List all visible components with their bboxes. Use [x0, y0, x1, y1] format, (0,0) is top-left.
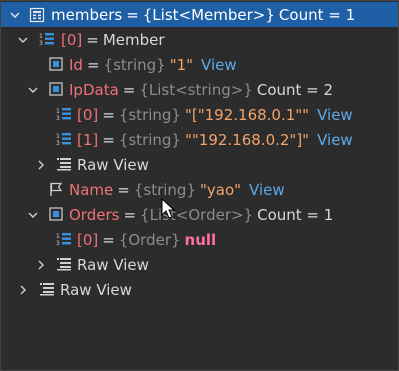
variable-name: [0]	[61, 30, 83, 49]
variable-value: Count = 2	[256, 80, 334, 99]
equals-sign: =	[86, 30, 99, 49]
list-icon: 13	[56, 131, 72, 147]
tree-row-item-0[interactable]: 13 [0] = Member	[1, 27, 398, 52]
list-icon: 13	[39, 31, 55, 47]
property-icon	[48, 81, 64, 97]
tree-row-orders[interactable]: Orders = {List<Order>} Count = 1	[1, 202, 398, 227]
variable-value: Count = 1	[257, 205, 334, 224]
chevron-down-icon[interactable]	[18, 35, 28, 45]
tree-row-raw-view-member[interactable]: Raw View	[1, 277, 398, 302]
variable-value: Count = 1	[278, 5, 356, 24]
variable-value: "["192.168.0.1""	[184, 105, 310, 124]
variable-type: {List<Order>}	[140, 205, 254, 224]
equals-sign: =	[126, 5, 139, 24]
svg-text:3: 3	[56, 240, 60, 247]
tree-row-orders-0[interactable]: 13 [0] = {Order} null	[1, 227, 398, 252]
property-icon	[48, 56, 64, 72]
svg-text:1: 1	[56, 233, 60, 240]
variable-type: {string}	[133, 180, 196, 199]
raw-view-label: Raw View	[77, 155, 149, 174]
variable-name: [1]	[77, 130, 99, 149]
chevron-right-icon[interactable]	[18, 285, 28, 295]
property-icon	[48, 206, 64, 222]
null-value: null	[184, 230, 217, 249]
variable-type: {string}	[118, 105, 181, 124]
equals-sign: =	[102, 130, 115, 149]
view-link[interactable]: View	[201, 56, 237, 74]
svg-text:3: 3	[56, 115, 60, 122]
chevron-right-icon[interactable]	[36, 160, 46, 170]
variable-value: "yao"	[200, 180, 242, 199]
raw-view-icon	[39, 281, 55, 297]
raw-view-icon	[56, 256, 72, 272]
list-icon: 13	[56, 231, 72, 247]
variable-type: {List<string>}	[139, 80, 253, 99]
svg-text:3: 3	[39, 40, 43, 47]
variable-type: {string}	[118, 130, 181, 149]
chevron-down-icon[interactable]	[10, 10, 20, 20]
tree-row-raw-view-orders[interactable]: Raw View	[1, 252, 398, 277]
variable-value: "1"	[169, 55, 194, 74]
tree-row-id[interactable]: Id = {string} "1" View	[1, 52, 398, 77]
tree-row-members[interactable]: members = {List<Member>} Count = 1	[1, 2, 398, 27]
variable-name: Id	[69, 55, 83, 74]
raw-view-label: Raw View	[77, 255, 149, 274]
chevron-down-icon[interactable]	[28, 210, 38, 220]
variable-name: Orders	[69, 205, 120, 224]
variable-type: {string}	[103, 55, 166, 74]
equals-sign: =	[123, 205, 137, 224]
variable-icon	[29, 7, 45, 23]
variable-type: {Order}	[118, 230, 181, 249]
variable-name: members	[51, 5, 123, 24]
svg-text:1: 1	[56, 108, 60, 115]
equals-sign: =	[122, 80, 136, 99]
equals-sign: =	[86, 55, 100, 74]
raw-view-icon	[56, 156, 72, 172]
flag-icon	[48, 181, 64, 197]
tree-row-raw-view-ipdata[interactable]: Raw View	[1, 152, 398, 177]
equals-sign: =	[102, 230, 115, 249]
variable-name: IpData	[69, 80, 119, 99]
equals-sign: =	[102, 105, 115, 124]
list-icon: 13	[56, 106, 72, 122]
variable-type: {List<Member>}	[142, 5, 275, 24]
variable-value: Member	[102, 30, 165, 49]
view-link[interactable]: View	[317, 131, 353, 149]
view-link[interactable]: View	[317, 106, 353, 124]
tree-row-ipdata-1[interactable]: 13 [1] = {string} ""192.168.0.2"]" View	[1, 127, 398, 152]
mouse-cursor-icon	[161, 197, 176, 220]
variable-name: [0]	[77, 105, 99, 124]
variable-name: Name	[69, 180, 114, 199]
debugger-watch-panel: members = {List<Member>} Count = 1 13 [0…	[0, 0, 399, 371]
svg-text:1: 1	[56, 133, 60, 140]
tree-row-ipdata-0[interactable]: 13 [0] = {string} "["192.168.0.1"" View	[1, 102, 398, 127]
svg-text:1: 1	[39, 33, 43, 40]
raw-view-label: Raw View	[60, 280, 132, 299]
chevron-right-icon[interactable]	[36, 260, 46, 270]
view-link[interactable]: View	[249, 181, 285, 199]
tree-row-name[interactable]: Name = {string} "yao" View	[1, 177, 398, 202]
tree-row-ipdata[interactable]: IpData = {List<string>} Count = 2	[1, 77, 398, 102]
variable-value: ""192.168.0.2"]"	[184, 130, 310, 149]
svg-text:3: 3	[56, 140, 60, 147]
variable-name: [0]	[77, 230, 99, 249]
chevron-down-icon[interactable]	[28, 85, 38, 95]
equals-sign: =	[117, 180, 130, 199]
